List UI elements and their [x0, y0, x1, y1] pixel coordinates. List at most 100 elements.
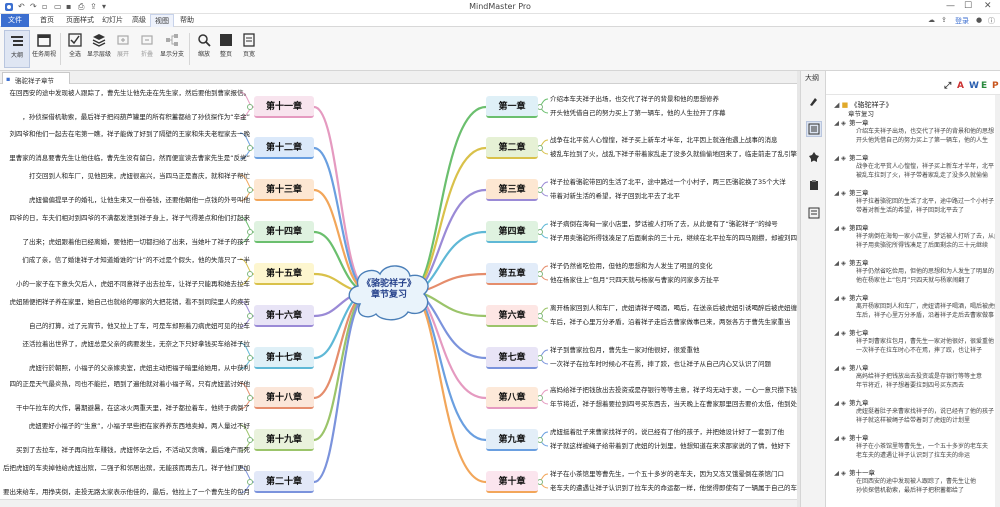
- collapse-toggle-icon[interactable]: [537, 437, 543, 443]
- right-note[interactable]: 年节将近，祥子想着要拉到四号买东西去，当天晚上在曹家那里回去要价太低，他到处打听: [550, 400, 797, 409]
- right-note[interactable]: 车后，祥子心里万分矛盾，沿着祥子走后去曹家做事已来，两张各方于曹先生家重当: [550, 318, 791, 327]
- format-brush-icon[interactable]: [806, 93, 822, 109]
- right-note[interactable]: 祥子拉着骆驼带回的生活了北平，途中路过一个小村子，两三匹骆驼换了35个大洋: [550, 178, 786, 187]
- expand-triangle-icon[interactable]: ◢: [834, 399, 839, 407]
- share-icon[interactable]: ⇪: [941, 16, 947, 24]
- left-note[interactable]: 后把虎妞的车卖掉他给虎妞出殡，二强子和邻居出殡，无能孩而再去几，祥子他们更加: [3, 464, 250, 473]
- collapse-toggle-icon[interactable]: [537, 145, 543, 151]
- left-note[interactable]: 干中午拉车的大作，暑期避暑，在这冰火两重天里，祥子都拉着车，他终于病倒了: [16, 404, 250, 413]
- left-note[interactable]: 在回西安的途中发现被人跟踪了，曹先生让他先走在先生家，然后要他到曹家报信。: [10, 89, 251, 98]
- right-note[interactable]: 祥子就这样被绳子给带着到了虎妞的计划里，他想知道在来求那家说的了情，他好下: [550, 442, 791, 451]
- right-note[interactable]: 虎妞挺着肚子来曹家找祥子的，说已经有了他的孩子，并把她设计好了一套到了他: [550, 428, 784, 437]
- select-all-button[interactable]: 全选: [62, 30, 88, 68]
- outline-item[interactable]: ◢ ◈ 第十章 祥子在小茶馆里等曹先生，一个五十多岁的老车夫 老车夫的遭遇让祥子认识到了…: [834, 432, 996, 467]
- document-tab[interactable]: ▪ 骆驼祥子章节: [2, 72, 70, 85]
- menu-slides[interactable]: 幻灯片: [98, 14, 127, 27]
- right-note[interactable]: 一次祥子在拉车时时候心不在焉，摔了跤，也让祥子从自己内心又认识了问题: [550, 360, 771, 369]
- right-chapter-node[interactable]: 第八章: [486, 387, 538, 409]
- left-chapter-node[interactable]: 第十二章: [254, 137, 314, 159]
- left-chapter-node[interactable]: 第十八章: [254, 387, 314, 409]
- collapse-toggle-icon[interactable]: [537, 479, 543, 485]
- collapse-toggle-icon[interactable]: [537, 187, 543, 193]
- right-chapter-node[interactable]: 第四章: [486, 221, 538, 243]
- right-note[interactable]: 被乱车拉到了火，战乱下祥子带着家乱走了没多久就偷偷地回来了，临走前走了乱引擎兵逃…: [550, 150, 797, 159]
- horizontal-scrollbar[interactable]: [0, 499, 797, 507]
- outline-scrollbar[interactable]: [995, 95, 1000, 507]
- minimize-icon[interactable]: —: [946, 1, 955, 11]
- expand-triangle-icon[interactable]: ◢: [834, 101, 839, 109]
- outline-expand-icon[interactable]: ⤢: [944, 81, 951, 91]
- right-chapter-node[interactable]: 第三章: [486, 179, 538, 201]
- show-level-button[interactable]: 显示层级: [86, 30, 112, 68]
- collapse-toggle-icon[interactable]: [247, 271, 253, 277]
- left-note[interactable]: 买到了去拉车，祥子再向拉车赚钱，虎妞怀孕之后，不活动又贪嘴，最后难产而死: [16, 446, 250, 455]
- left-note[interactable]: 了出来；虎妞跟着他已经离婚，要他把一切都扫给了出来，当她叶了祥子的孩子: [23, 238, 251, 247]
- menu-view[interactable]: 视图: [150, 14, 174, 27]
- right-chapter-node[interactable]: 第十章: [486, 471, 538, 493]
- collapse-toggle-icon[interactable]: [537, 395, 543, 401]
- badge-icon[interactable]: [806, 149, 822, 165]
- left-note[interactable]: 虎妞要好小福子的“生意”，小福子早些把在家养养东西地卖掉，两人量过不好: [29, 422, 250, 431]
- menu-advanced[interactable]: 高级: [128, 14, 150, 27]
- outline-export-ppt-icon[interactable]: P: [992, 81, 999, 91]
- left-note[interactable]: 虎妞随便把祥子养在家里，她自己也就给的哪家的大把花销，看不到同院里人的疾苦: [10, 298, 251, 307]
- outline-item[interactable]: ◢ ◈ 第四章 祥子病倒在海甸一家小店里，梦话被人打听了去，从此 祥子用卖骆驼所得钱凑足…: [834, 222, 996, 257]
- collapse-toggle-icon[interactable]: [537, 229, 543, 235]
- left-note[interactable]: 四的正是天气最炎热，司也不能拦，晒到了遍他就对着小福子骂，只有虎妞蓝讨好他: [10, 380, 251, 389]
- left-chapter-node[interactable]: 第十五章: [254, 263, 314, 285]
- collapse-button[interactable]: 折叠: [134, 30, 160, 68]
- right-note[interactable]: 祥子病倒在海甸一家小店里，梦话被人打听了去，从此便有了“骆驼祥子”的绰号: [550, 220, 778, 229]
- collapse-toggle-icon[interactable]: [247, 355, 253, 361]
- left-chapter-node[interactable]: 第十六章: [254, 305, 314, 327]
- outline-item[interactable]: ◢ ◈ 第九章 虎妞挺着肚子来曹家找祥子的，说已经有了他的孩子 祥子就这样被绳子给带着到…: [834, 397, 996, 432]
- right-note[interactable]: 带着对新生活的希望，祥子回到北平去了北平: [550, 192, 680, 201]
- outline-item[interactable]: ◢ ◈ 第三章 祥子拉着骆驼回的生活了北平，途中路过一个小村子， 带着对新生活的希望，祥…: [834, 187, 996, 222]
- right-chapter-node[interactable]: 第六章: [486, 305, 538, 327]
- outline-item[interactable]: ◢ ◈ 第五章 祥子仍然省吃俭用，但他的思想和为人发生了明显的 他在杨家住上“包月”只四…: [834, 257, 996, 292]
- right-note[interactable]: 他在杨家住上“包月”只四天就与杨家与曹家的问家多方扯平: [550, 276, 719, 285]
- left-note[interactable]: 还活拉着出世界了，虎妞总是父亲的病要发生，无奈之下只好拿钱买车给祥子拉: [23, 340, 251, 349]
- login-link[interactable]: 登录: [955, 16, 969, 26]
- outline-item[interactable]: ◢ ◈ 第一章 介绍车夫祥子出场，也交代了祥子的背景和他的思想 开头他凭借自己的努力买上…: [834, 117, 996, 152]
- expand-triangle-icon[interactable]: ◢: [834, 224, 839, 232]
- right-note[interactable]: 离开杨家回到人和车厂，虎妞请祥子喝酒，喝后，在送亲后被虎妞引诱喝醉后被虎妞缠上了: [550, 304, 797, 313]
- expand-triangle-icon[interactable]: ◢: [834, 189, 839, 197]
- menu-help[interactable]: 帮助: [176, 14, 198, 27]
- right-chapter-node[interactable]: 第九章: [486, 429, 538, 451]
- cloud-icon[interactable]: ☁: [928, 16, 935, 24]
- right-note[interactable]: 祥子仍然省吃俭用，但他的思想和为人发生了明显的变化: [550, 262, 713, 271]
- expand-triangle-icon[interactable]: ◢: [834, 469, 839, 477]
- close-icon[interactable]: ✕: [984, 1, 992, 11]
- clipboard-icon[interactable]: [806, 177, 822, 193]
- expand-triangle-icon[interactable]: ◢: [834, 154, 839, 162]
- outline-item[interactable]: ◢ ◈ 第十一章 在回西安的途中发现被人跟踪了，曹先生让他 孙侦探借机勒索，最后祥子把积…: [834, 467, 996, 502]
- collapse-toggle-icon[interactable]: [537, 271, 543, 277]
- outline-button[interactable]: 大纲: [4, 30, 30, 68]
- outline-panel-icon[interactable]: [806, 121, 822, 137]
- left-chapter-node[interactable]: 第十七章: [254, 347, 314, 369]
- right-chapter-node[interactable]: 第七章: [486, 347, 538, 369]
- outline-item[interactable]: ◢ ◈ 第六章 离开杨家回到人和车厂，虎妞请祥子喝酒，喝后被虎妞 车后，祥子心里万分矛盾…: [834, 292, 996, 327]
- expand-triangle-icon[interactable]: ◢: [834, 294, 839, 302]
- info-icon[interactable]: ⓘ: [988, 16, 995, 26]
- left-chapter-node[interactable]: 第十一章: [254, 96, 314, 118]
- right-note[interactable]: 介绍本车夫祥子出场，也交代了祥子的背景和他的思想修养: [550, 95, 719, 104]
- left-note[interactable]: 里曹家的消息要曹先生让他住临，曹先生没有留白，然而便宣读去曹家先生是“反党”: [9, 154, 250, 163]
- left-chapter-node[interactable]: 第十三章: [254, 179, 314, 201]
- expand-triangle-icon[interactable]: ◢: [834, 434, 839, 442]
- right-note[interactable]: 高妈给祥子把钱放出去投资或是存银行等等主意，祥子均无动于衷，一心一意只攒下钱: [550, 386, 797, 395]
- collapse-toggle-icon[interactable]: [247, 187, 253, 193]
- menu-home[interactable]: 首页: [36, 14, 58, 27]
- page-width-button[interactable]: 页宽: [236, 30, 262, 68]
- outline-item[interactable]: ◢ ◈ 第二章 战争在北平贫人心惶惶，祥子买上新车才半年，北平 被乱车拉到了火，祥子带着…: [834, 152, 996, 187]
- collapse-toggle-icon[interactable]: [247, 313, 253, 319]
- left-note[interactable]: 小的一家子在下意头欠后人，虎妞不同意祥子出去拉车，让祥子只能再和她去拉车: [16, 280, 250, 289]
- collapse-toggle-icon[interactable]: [247, 437, 253, 443]
- left-note[interactable]: 四爷的日，车夫们相对到四爷的不满都发泄到祥子身上，祥子气得差点和他们打起来: [10, 214, 251, 223]
- outline-export-word-icon[interactable]: W: [969, 81, 979, 91]
- left-note[interactable]: 打交回到人和车厂，见他回来，虎妞很高兴，当四马正是喜庆，就和祥子帮忙: [29, 172, 250, 181]
- right-chapter-node[interactable]: 第五章: [486, 263, 538, 285]
- outline-export-pdf-icon[interactable]: A: [957, 81, 964, 91]
- right-note[interactable]: 祥子到曹家拉包月，曹先生一家对他很好，很爱重他: [550, 346, 700, 355]
- collapse-toggle-icon[interactable]: [247, 229, 253, 235]
